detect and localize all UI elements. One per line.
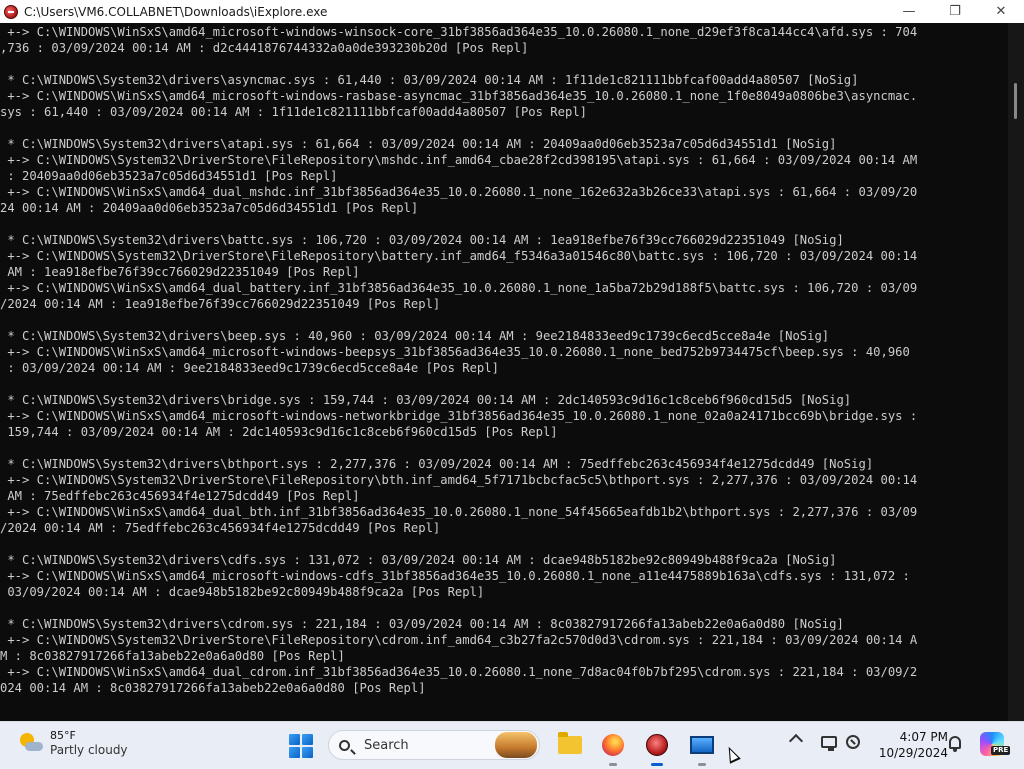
chevron-up-icon[interactable]: [788, 733, 804, 749]
weather-widget[interactable]: 85°F Partly cloudy: [18, 728, 128, 758]
console-line: +-> C:\WINDOWS\WinSxS\amd64_dual_battery…: [0, 281, 918, 295]
file-explorer-taskbar-button[interactable]: [555, 730, 585, 760]
console-line: 159,744 : 03/09/2024 00:14 AM : 2dc14059…: [0, 425, 558, 439]
console-line: +-> C:\WINDOWS\System32\DriverStore\File…: [0, 153, 918, 167]
iexplore-icon: [646, 734, 668, 756]
close-button[interactable]: ✕: [978, 0, 1024, 23]
running-indicator: [609, 763, 617, 766]
console-line: +-> C:\WINDOWS\WinSxS\amd64_microsoft-wi…: [0, 409, 918, 423]
console-line: +-> C:\WINDOWS\System32\DriverStore\File…: [0, 249, 918, 263]
console-line: * C:\WINDOWS\System32\drivers\atapi.sys …: [0, 137, 837, 151]
title-bar: C:\Users\VM6.COLLABNET\Downloads\iExplor…: [0, 0, 1024, 23]
running-indicator: [698, 763, 706, 766]
firefox-taskbar-button[interactable]: [598, 730, 628, 766]
console-line: 03/09/2024 00:14 AM : dcae948b5182be92c8…: [0, 585, 485, 599]
console-line: +-> C:\WINDOWS\WinSxS\amd64_dual_bth.inf…: [0, 505, 918, 519]
console-line: AM : 75edffebc263c456934f4e1275dcdd49 [P…: [0, 489, 360, 503]
console-line: +-> C:\WINDOWS\WinSxS\amd64_microsoft-wi…: [0, 25, 918, 39]
console-line: * C:\WINDOWS\System32\drivers\beep.sys :…: [0, 329, 830, 343]
search-highlight-image-icon: [495, 732, 537, 758]
monitor-icon: [690, 736, 714, 754]
clock-time: 4:07 PM: [899, 730, 948, 744]
minimize-button[interactable]: —: [886, 0, 932, 23]
console-line: M : 8c03827917266fa13abeb22e0a6a0d80 [Po…: [0, 649, 345, 663]
clock-date: 10/29/2024: [878, 746, 948, 760]
console-line: ,736 : 03/09/2024 00:14 AM : d2c44418767…: [0, 41, 529, 55]
system-clock[interactable]: 4:07 PM 10/29/2024: [868, 729, 948, 761]
volume-muted-icon[interactable]: [846, 735, 860, 749]
taskbar-search-box[interactable]: Search: [328, 730, 540, 760]
network-icon[interactable]: [821, 736, 837, 751]
scrollbar-thumb[interactable]: [1014, 83, 1017, 119]
console-output[interactable]: +-> C:\WINDOWS\WinSxS\amd64_microsoft-wi…: [0, 23, 1008, 721]
search-label: Search: [364, 737, 409, 753]
console-line: +-> C:\WINDOWS\System32\DriverStore\File…: [0, 473, 918, 487]
console-line: +-> C:\WINDOWS\WinSxS\amd64_microsoft-wi…: [0, 569, 910, 583]
monitor-app-taskbar-button[interactable]: [687, 730, 717, 766]
console-line: * C:\WINDOWS\System32\drivers\bridge.sys…: [0, 393, 852, 407]
console-line: * C:\WINDOWS\System32\drivers\cdrom.sys …: [0, 617, 844, 631]
console-line: : 20409aa0d06eb3523a7c05d6d34551d1 [Pos …: [0, 169, 338, 183]
partly-cloudy-icon: [18, 730, 44, 756]
iexplore-taskbar-button[interactable]: [642, 730, 672, 766]
console-text: +-> C:\WINDOWS\WinSxS\amd64_microsoft-wi…: [0, 23, 1008, 696]
folder-icon: [558, 732, 582, 754]
console-line: +-> C:\WINDOWS\WinSxS\amd64_microsoft-wi…: [0, 345, 910, 359]
console-line: * C:\WINDOWS\System32\drivers\bthport.sy…: [0, 457, 874, 471]
weather-temperature: 85°F: [50, 729, 76, 742]
firefox-icon: [602, 734, 624, 756]
console-line: 24 00:14 AM : 20409aa0d06eb3523a7c05d6d3…: [0, 201, 419, 215]
vertical-scrollbar[interactable]: [1008, 23, 1024, 721]
console-line: * C:\WINDOWS\System32\drivers\cdfs.sys :…: [0, 553, 837, 567]
console-line: : 03/09/2024 00:14 AM : 9ee2184833eed9c1…: [0, 361, 499, 375]
active-indicator: [651, 763, 663, 766]
maximize-button[interactable]: ❐: [932, 0, 978, 23]
windows-start-icon[interactable]: [289, 734, 313, 758]
copilot-pre-badge: PRE: [991, 746, 1011, 755]
console-line: +-> C:\WINDOWS\WinSxS\amd64_dual_cdrom.i…: [0, 665, 918, 679]
search-icon: [339, 739, 350, 751]
console-line: 024 00:14 AM : 8c03827917266fa13abeb22e0…: [0, 681, 426, 695]
console-line: +-> C:\WINDOWS\System32\DriverStore\File…: [0, 633, 918, 647]
console-line: +-> C:\WINDOWS\WinSxS\amd64_microsoft-wi…: [0, 89, 918, 103]
mouse-cursor-icon: [723, 744, 741, 764]
console-line: sys : 61,440 : 03/09/2024 00:14 AM : 1f1…: [0, 105, 587, 119]
console-line: AM : 1ea918efbe76f39cc766029d22351049 [P…: [0, 265, 360, 279]
console-line: +-> C:\WINDOWS\WinSxS\amd64_dual_mshdc.i…: [0, 185, 918, 199]
console-line: /2024 00:14 AM : 75edffebc263c456934f4e1…: [0, 521, 441, 535]
iexplore-app-icon[interactable]: [4, 4, 18, 19]
taskbar: 85°F Partly cloudy Search 4:07 PM 10/29/…: [0, 721, 1024, 769]
console-line: * C:\WINDOWS\System32\drivers\asyncmac.s…: [0, 73, 859, 87]
console-line: /2024 00:14 AM : 1ea918efbe76f39cc766029…: [0, 297, 441, 311]
window-title: C:\Users\VM6.COLLABNET\Downloads\iExplor…: [24, 4, 328, 19]
notification-bell-icon[interactable]: [949, 736, 961, 752]
weather-condition: Partly cloudy: [50, 743, 128, 757]
console-line: * C:\WINDOWS\System32\drivers\battc.sys …: [0, 233, 844, 247]
